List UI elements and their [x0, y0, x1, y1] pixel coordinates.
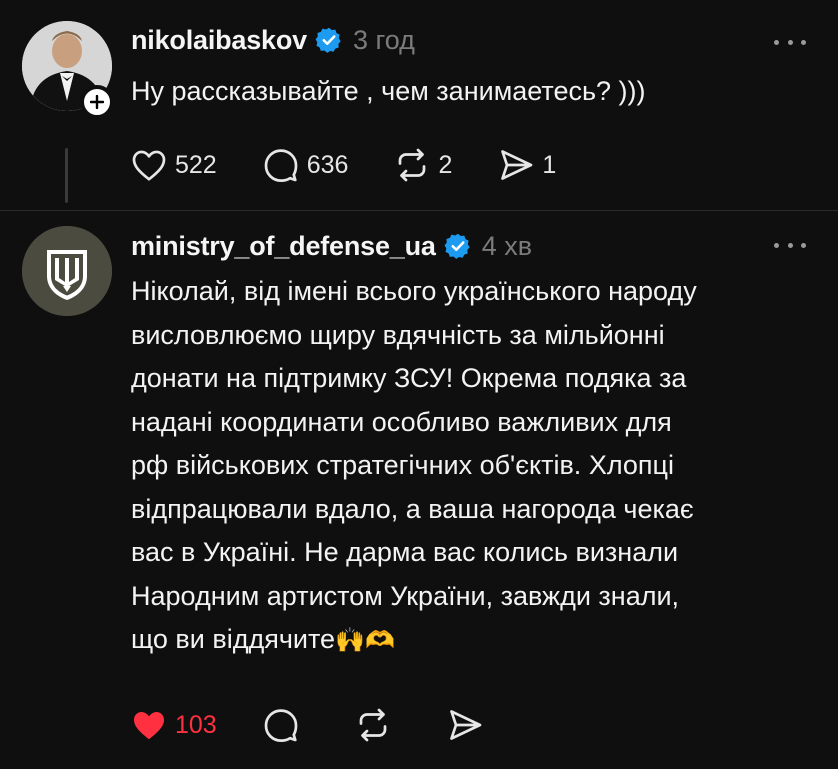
post-text-emoji: 🙌🫶 — [335, 627, 395, 654]
thread-post: nikolaibaskov 3 год Ну рассказывайте , ч… — [0, 0, 838, 210]
repost-icon — [399, 148, 426, 182]
like-count: 103 — [175, 710, 217, 739]
post-actions: 103 — [131, 705, 529, 745]
follow-button[interactable] — [80, 85, 114, 119]
share-button[interactable] — [447, 707, 483, 743]
like-count: 522 — [175, 150, 217, 179]
username[interactable]: nikolaibaskov — [131, 25, 307, 56]
like-button[interactable]: 522 — [131, 148, 217, 182]
trident-shield-avatar — [22, 226, 112, 316]
comment-icon — [264, 149, 298, 182]
more-options-button[interactable] — [774, 37, 806, 47]
share-button[interactable]: 1 — [498, 147, 556, 183]
post-time: 3 год — [352, 24, 415, 55]
heart-icon — [132, 150, 166, 181]
post-text: Ну рассказывайте , чем занимаетесь? ))) — [131, 76, 646, 106]
post-time: 4 хв — [481, 230, 533, 261]
verified-badge-icon — [444, 233, 470, 259]
like-button[interactable]: 103 — [131, 708, 217, 742]
plus-icon — [90, 95, 104, 109]
verified-badge-icon — [315, 27, 341, 53]
reply-count: 636 — [306, 150, 349, 179]
comment-icon — [264, 709, 298, 742]
post-header: nikolaibaskov 3 год — [131, 20, 415, 60]
more-options-button[interactable] — [774, 240, 806, 250]
post-text: Ніколай, від імені всього українського н… — [131, 270, 808, 663]
repost-button[interactable] — [355, 707, 391, 743]
heart-filled-icon — [134, 711, 164, 740]
post-actions: 522 636 2 1 — [131, 145, 602, 185]
avatar[interactable] — [22, 226, 112, 316]
more-icon — [774, 242, 779, 248]
post-text-body: Ніколай, від імені всього українського н… — [131, 276, 697, 654]
reply-button[interactable] — [263, 707, 299, 743]
send-icon — [501, 150, 533, 180]
repost-count: 2 — [438, 150, 453, 179]
thread-line — [65, 148, 68, 203]
post-header: ministry_of_defense_ua 4 хв — [131, 226, 532, 266]
share-count: 1 — [542, 150, 557, 179]
reply-button[interactable]: 636 — [263, 147, 349, 183]
repost-icon — [359, 708, 387, 742]
repost-button[interactable]: 2 — [394, 147, 452, 183]
username[interactable]: ministry_of_defense_ua — [131, 231, 436, 262]
more-icon — [774, 39, 779, 45]
send-icon — [449, 710, 482, 740]
